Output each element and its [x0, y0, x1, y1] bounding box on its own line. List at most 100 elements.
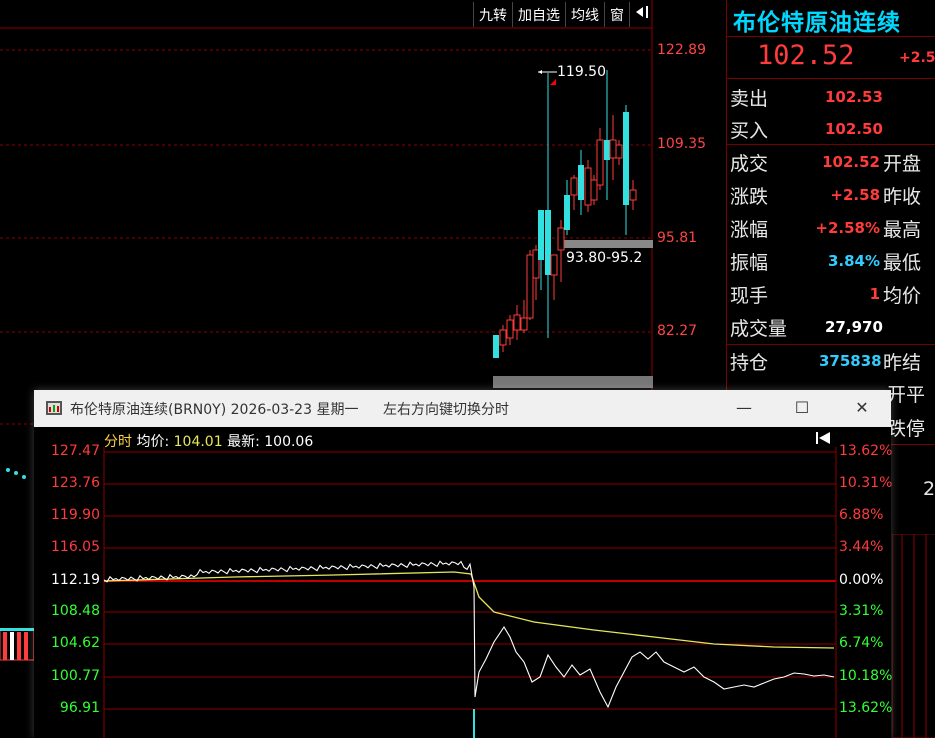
quote-row: 成交 102.52 开盘: [727, 145, 935, 178]
price-axis-label: 82.27: [657, 323, 698, 339]
quote-row: 卖出 102.53: [727, 80, 935, 113]
quote-label: 卖出: [730, 88, 769, 110]
intraday-popup-window[interactable]: 布伦特原油连续(BRN0Y) 2026-03-23 星期一 左右方向键切换分时 …: [34, 390, 893, 738]
candle: [609, 139, 617, 159]
last-price: 102.52: [757, 40, 855, 71]
candle: [557, 227, 565, 251]
quote-row: 现手 1 均价: [727, 277, 935, 310]
candle: [550, 254, 558, 276]
intraday-left-axis-label: 100.77: [51, 668, 100, 684]
intraday-left-axis-label: 112.19: [51, 572, 100, 588]
quote-value: 1: [869, 285, 880, 303]
add-watchlist-button[interactable]: 加自选: [512, 2, 565, 27]
quote-label: 成交量: [730, 318, 788, 340]
intraday-right-axis-label: 10.31%: [839, 475, 893, 491]
candle: [520, 317, 528, 331]
intraday-left-axis-label: 119.90: [51, 507, 100, 523]
candle: [578, 165, 584, 200]
range-label: 93.80-95.2: [566, 250, 643, 266]
window-button[interactable]: 窗: [604, 2, 629, 27]
quote-label: 持仓: [730, 352, 769, 374]
quote-value: +2.58: [830, 186, 880, 204]
intraday-left-axis-label: 123.76: [51, 475, 100, 491]
intraday-right-axis-label: 13.62%: [839, 443, 893, 459]
candle: [506, 319, 514, 339]
candle: [564, 195, 570, 230]
quote-label-secondary: 昨收: [883, 186, 922, 208]
quote-label: 振幅: [730, 252, 769, 274]
quote-label-secondary: 最低: [883, 252, 922, 274]
quote-label-partial: 开平: [887, 384, 926, 406]
exit-arrow-icon[interactable]: [629, 2, 654, 27]
candle: [526, 254, 534, 319]
price-axis-label: 95.81: [657, 230, 698, 246]
candle: [623, 112, 629, 205]
intraday-left-axis-label: 127.47: [51, 443, 100, 459]
intraday-right-axis-label: 3.31%: [839, 603, 884, 619]
quote-label-secondary: 开盘: [883, 153, 922, 175]
chart-toolbar: 九转 加自选 均线 窗: [473, 2, 654, 28]
popup-titlebar[interactable]: 布伦特原油连续(BRN0Y) 2026-03-23 星期一 左右方向键切换分时 …: [34, 390, 891, 427]
quote-row: 持仓 375838 昨结: [727, 344, 935, 377]
intraday-left-axis-label: 96.91: [59, 700, 100, 716]
maximize-button[interactable]: ☐: [782, 396, 822, 420]
quote-label-secondary: 最高: [883, 219, 922, 241]
candle: [629, 189, 637, 201]
intraday-right-axis-label: 10.18%: [839, 668, 893, 684]
quote-label: 涨跌: [730, 186, 769, 208]
quote-row: 成交量 27,970: [727, 310, 935, 343]
quote-label: 现手: [730, 285, 769, 307]
candle: [538, 210, 544, 260]
candle: [499, 329, 507, 346]
price-change: +2.5: [899, 50, 935, 66]
intraday-right-axis-label: 3.44%: [839, 539, 884, 555]
intraday-chart[interactable]: [34, 427, 891, 738]
average-price-line: [103, 571, 835, 649]
quote-value: +2.58%: [815, 219, 880, 237]
intraday-right-axis-label: 6.88%: [839, 507, 884, 523]
quote-label-secondary: 均价: [883, 285, 922, 307]
quote-value: 27,970: [825, 318, 883, 336]
quote-row: 涨跌 +2.58 昨收: [727, 178, 935, 211]
quote-label-partial: 2: [923, 478, 935, 500]
quote-label-secondary: 昨结: [883, 352, 922, 374]
intraday-right-axis-label: 0.00%: [839, 572, 884, 588]
mini-volume-bars: [892, 534, 935, 738]
app-icon: [46, 401, 62, 415]
intraday-left-axis-label: 108.48: [51, 603, 100, 619]
quote-value: 375838: [819, 352, 882, 370]
quote-value: 3.84%: [827, 252, 880, 270]
popup-title: 布伦特原油连续(BRN0Y) 2026-03-23 星期一: [70, 402, 359, 418]
intraday-left-axis-label: 116.05: [51, 539, 100, 555]
quote-value: 102.52: [822, 153, 880, 171]
quote-value: 102.53: [825, 88, 883, 106]
candle: [570, 177, 578, 196]
instrument-title: 布伦特原油连续: [733, 10, 901, 36]
intraday-right-axis-label: 13.62%: [839, 700, 893, 716]
candle: [590, 179, 598, 201]
candle: [493, 335, 499, 358]
quote-row: 涨幅 +2.58% 最高: [727, 211, 935, 244]
quote-value: 102.50: [825, 120, 883, 138]
moving-average-button[interactable]: 均线: [565, 2, 604, 27]
intraday-right-axis-label: 6.74%: [839, 635, 884, 651]
price-axis-label: 122.89: [657, 42, 706, 58]
close-button[interactable]: ✕: [842, 396, 882, 420]
candle: [513, 314, 521, 331]
candle: [545, 210, 551, 275]
quote-row: 振幅 3.84% 最低: [727, 244, 935, 277]
quote-label: 涨幅: [730, 219, 769, 241]
quote-label: 成交: [730, 153, 769, 175]
candle: [584, 167, 592, 206]
price-line: [103, 560, 835, 709]
quote-row: 买入 102.50: [727, 112, 935, 145]
candle: [596, 139, 604, 186]
popup-hint: 左右方向键切换分时: [383, 402, 509, 418]
minimize-button[interactable]: —: [724, 396, 764, 420]
nine-turn-button[interactable]: 九转: [473, 2, 512, 27]
intraday-left-axis-label: 104.62: [51, 635, 100, 651]
quote-label: 买入: [730, 120, 769, 142]
price-axis-label: 109.35: [657, 136, 706, 152]
high-price-marker: 119.50: [557, 64, 606, 80]
candle: [615, 144, 623, 159]
